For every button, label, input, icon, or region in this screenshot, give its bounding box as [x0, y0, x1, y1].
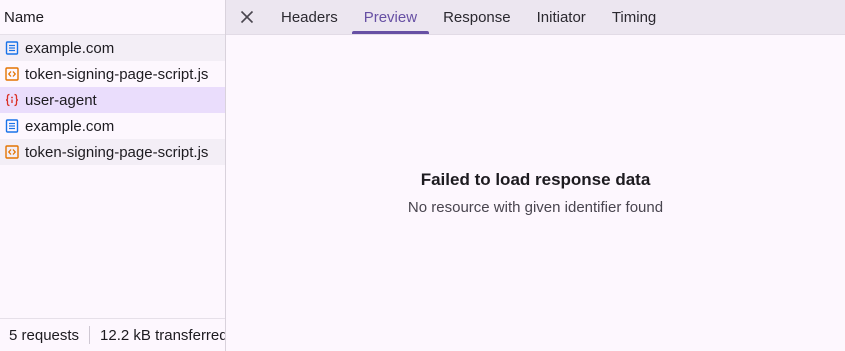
request-row-selected[interactable]: user-agent	[0, 87, 225, 113]
transferred-size: 12.2 kB transferred	[100, 326, 225, 344]
devtools-network-panel: Name example.com token-signing-page-scri…	[0, 0, 845, 351]
request-row[interactable]: example.com	[0, 35, 225, 61]
close-button[interactable]	[226, 0, 268, 34]
tab-label: Headers	[281, 8, 338, 26]
name-column-label: Name	[4, 8, 45, 26]
document-icon	[5, 119, 19, 133]
tab-label: Initiator	[536, 8, 586, 26]
fetch-icon	[5, 93, 19, 107]
request-name: example.com	[25, 117, 115, 135]
tab-label: Preview	[363, 8, 418, 26]
request-row[interactable]: token-signing-page-script.js	[0, 139, 225, 165]
tab-timing[interactable]: Timing	[599, 0, 669, 34]
tab-preview[interactable]: Preview	[351, 0, 430, 34]
request-row[interactable]: token-signing-page-script.js	[0, 61, 225, 87]
error-subtitle: No resource with given identifier found	[407, 199, 664, 216]
request-row[interactable]: example.com	[0, 113, 225, 139]
status-divider	[89, 326, 91, 344]
script-icon	[5, 67, 19, 81]
close-icon	[240, 10, 254, 24]
tab-label: Timing	[611, 8, 657, 26]
request-name: example.com	[25, 39, 115, 57]
detail-tabbar: Headers Preview Response Initiator Timin…	[226, 0, 845, 35]
tab-initiator[interactable]: Initiator	[524, 0, 599, 34]
request-name: token-signing-page-script.js	[25, 65, 209, 83]
empty-state: Failed to load response data No resource…	[226, 170, 845, 216]
script-icon	[5, 145, 19, 159]
name-column-header[interactable]: Name	[0, 0, 225, 35]
tab-response[interactable]: Response	[430, 0, 524, 34]
request-name: user-agent	[25, 91, 97, 109]
request-detail-panel: Headers Preview Response Initiator Timin…	[226, 0, 845, 351]
request-count: 5 requests	[9, 326, 80, 344]
error-title: Failed to load response data	[420, 170, 651, 189]
request-list: Name example.com token-signing-page-scri…	[0, 0, 226, 351]
tab-headers[interactable]: Headers	[268, 0, 351, 34]
status-bar: 5 requests 12.2 kB transferred	[0, 318, 225, 351]
document-icon	[5, 41, 19, 55]
request-name: token-signing-page-script.js	[25, 143, 209, 161]
tab-label: Response	[443, 8, 511, 26]
